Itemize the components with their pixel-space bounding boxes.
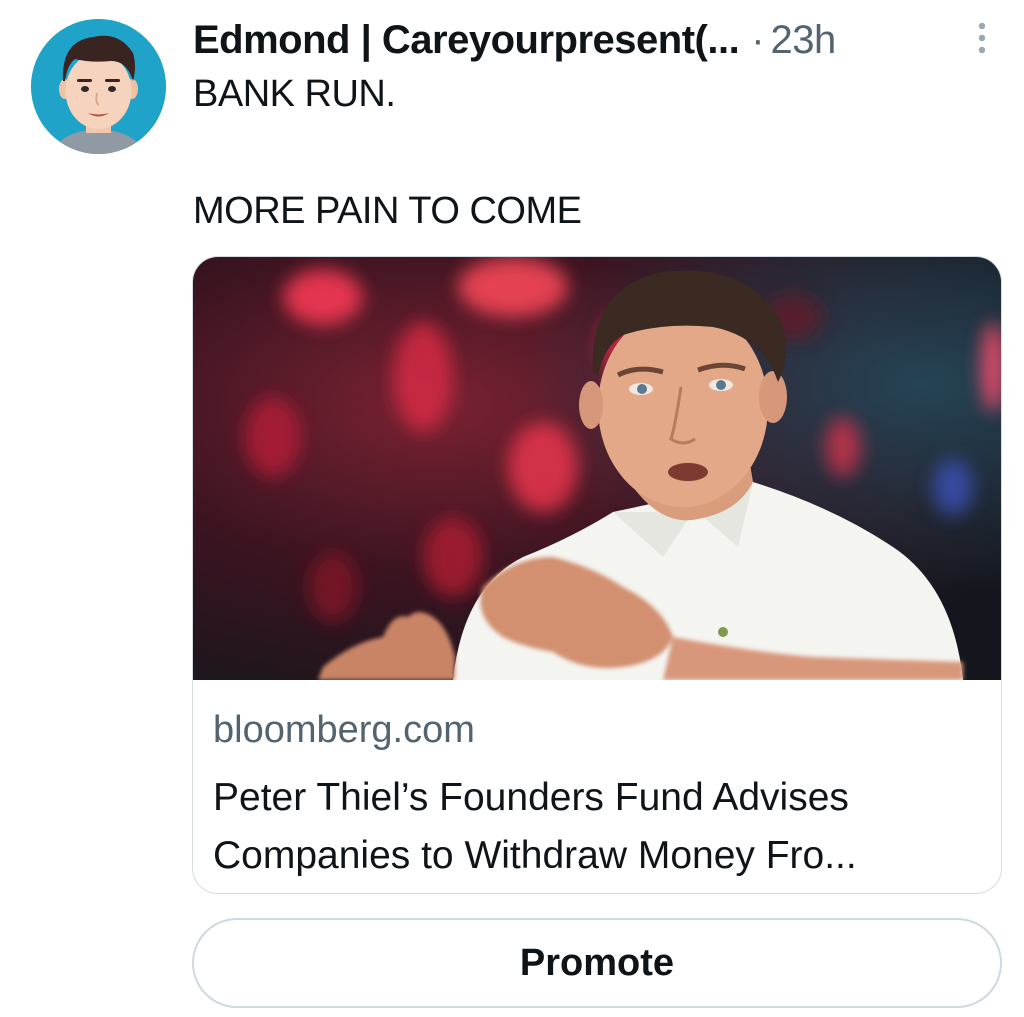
tweet-text-line-2: MORE PAIN TO COME: [193, 190, 582, 232]
header-separator: ·: [751, 17, 765, 62]
tweet-text-line-1: BANK RUN.: [193, 73, 396, 115]
promote-button[interactable]: Promote: [192, 918, 1002, 1008]
tweet[interactable]: Edmond | Careyourpresent(... · 23h BANK …: [0, 0, 1024, 1017]
post-time[interactable]: 23h: [771, 18, 837, 63]
author-name[interactable]: Edmond | Careyourpresent(...: [193, 18, 740, 63]
article-photo[interactable]: [193, 257, 1001, 680]
card-title-line-2: Companies to Withdraw Money Fro...: [213, 834, 857, 877]
card-title-line-1: Peter Thiel’s Founders Fund Advises: [213, 776, 849, 819]
card-title[interactable]: Peter Thiel’s Founders Fund Advises Comp…: [213, 769, 983, 885]
tweet-header: Edmond | Careyourpresent(... · 23h: [193, 14, 836, 66]
link-card[interactable]: bloomberg.com Peter Thiel’s Founders Fun…: [192, 256, 1002, 894]
more-vertical-icon[interactable]: [968, 20, 996, 56]
card-domain[interactable]: bloomberg.com: [213, 709, 475, 752]
cartoon-avatar-icon[interactable]: [31, 19, 166, 154]
